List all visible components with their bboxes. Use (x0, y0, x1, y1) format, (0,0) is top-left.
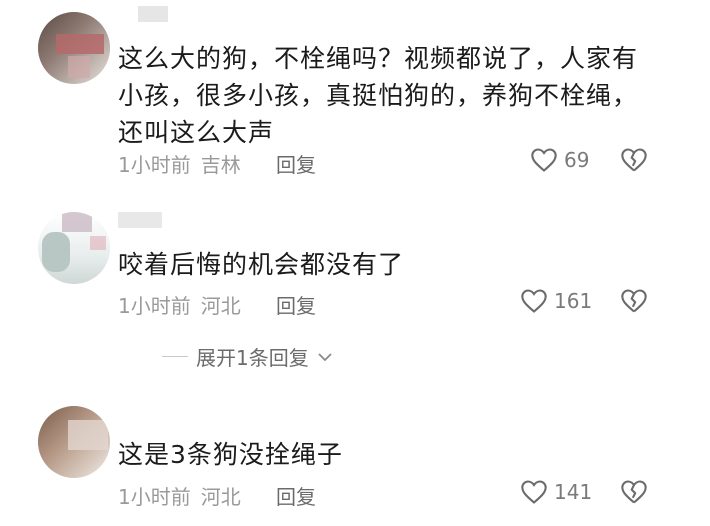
comment-location: 河北 (200, 485, 241, 509)
broken-heart-icon (621, 289, 647, 313)
dislike-button[interactable] (620, 479, 648, 509)
heart-outline-icon (521, 289, 547, 313)
heart-outline-icon (521, 480, 547, 504)
like-button[interactable]: 141 (520, 479, 592, 505)
broken-heart-icon (621, 148, 647, 172)
expand-replies-label: 展开1条回复 (196, 346, 309, 370)
comment-location: 河北 (200, 294, 241, 318)
like-count: 161 (554, 289, 593, 313)
like-count: 141 (554, 480, 593, 504)
reply-button[interactable]: 回复 (276, 290, 316, 319)
dislike-button[interactable] (620, 288, 648, 318)
heart-outline-icon (531, 148, 557, 172)
chevron-down-icon (318, 352, 332, 361)
comment-time: 1小时前 (118, 485, 191, 509)
divider-line (162, 356, 188, 357)
comment-meta: 1小时前 河北 (118, 481, 241, 510)
username-redacted (138, 6, 168, 22)
username-redacted (118, 212, 162, 228)
comment-time: 1小时前 (118, 153, 191, 177)
avatar[interactable] (38, 406, 110, 478)
comment-location: 吉林 (200, 153, 241, 177)
avatar[interactable] (38, 212, 110, 284)
like-button[interactable]: 161 (520, 288, 592, 314)
reply-button[interactable]: 回复 (276, 149, 316, 178)
expand-replies-button[interactable]: 展开1条回复 (162, 342, 333, 371)
comment-time: 1小时前 (118, 294, 191, 318)
broken-heart-icon (621, 480, 647, 504)
comment-meta: 1小时前 河北 (118, 290, 241, 319)
comment-text: 咬着后悔的机会都没有了 (118, 250, 405, 279)
reply-button[interactable]: 回复 (276, 481, 316, 510)
avatar[interactable] (38, 12, 110, 84)
dislike-button[interactable] (620, 147, 648, 177)
like-button[interactable]: 69 (530, 147, 589, 173)
comment-text: 这么大的狗，不栓绳吗？视频都说了，人家有小孩，很多小孩，真挺怕狗的，养狗不栓绳，… (118, 44, 639, 147)
like-count: 69 (564, 148, 590, 172)
comment-text: 这是3条狗没拴绳子 (118, 440, 343, 469)
comment-meta: 1小时前 吉林 (118, 149, 241, 178)
